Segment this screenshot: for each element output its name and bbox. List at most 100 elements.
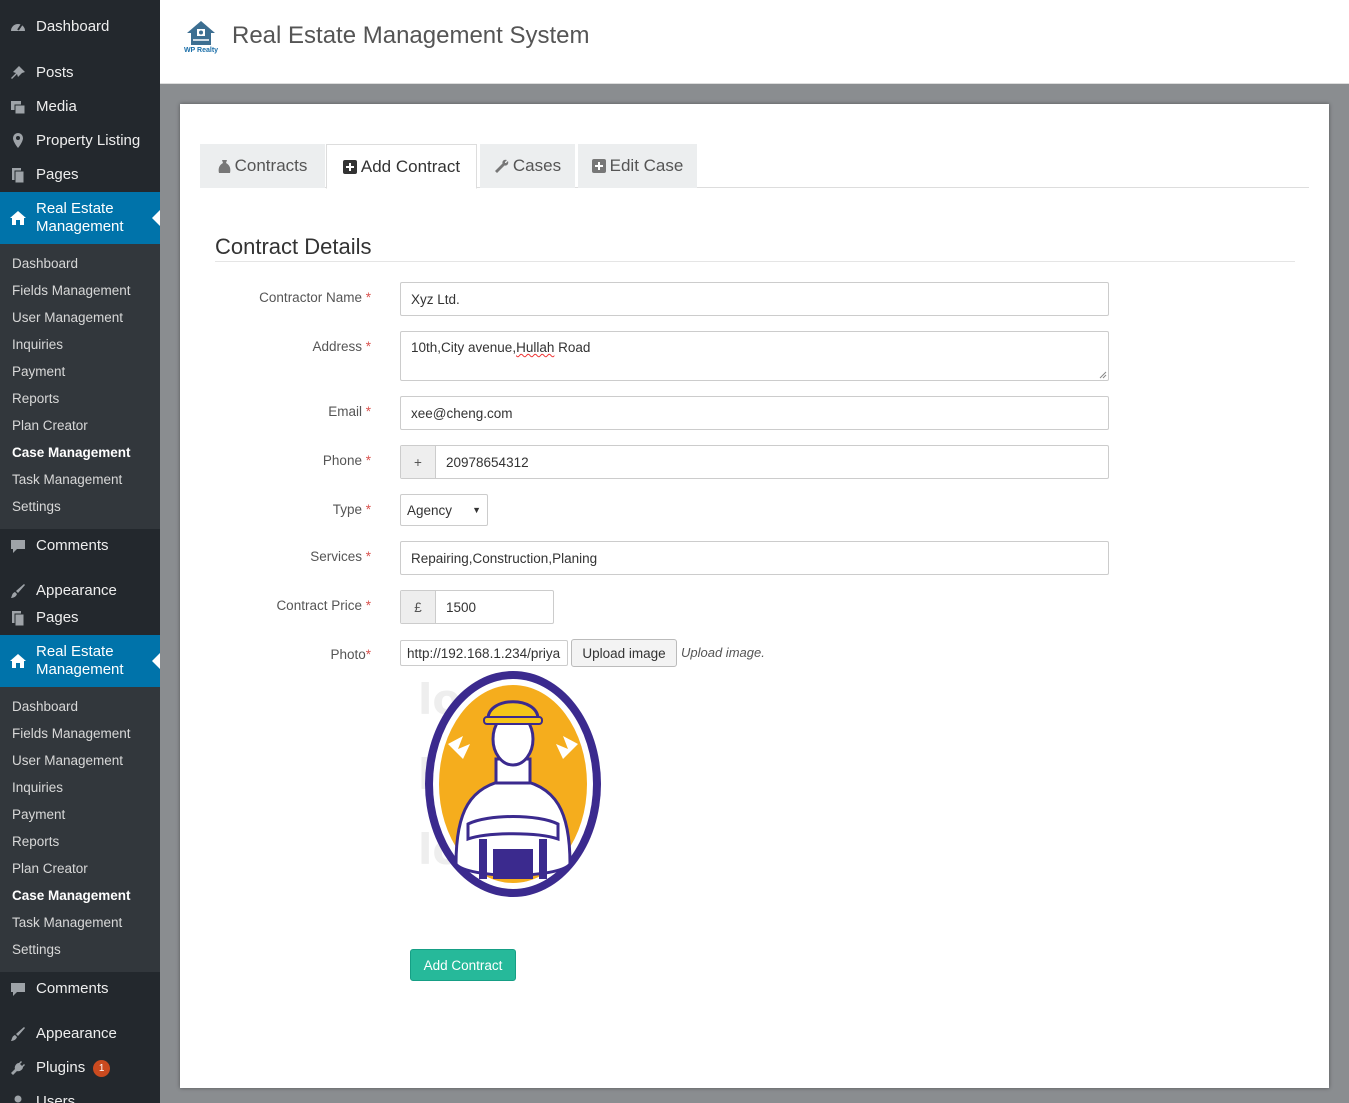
- menu-property-listing[interactable]: Property Listing: [0, 124, 160, 158]
- misspelled-word: Hullah: [516, 340, 555, 355]
- phone-input[interactable]: + 20978654312: [400, 445, 1109, 479]
- menu-real-estate-management[interactable]: Real Estate Management: [0, 192, 160, 244]
- main-card: Contracts Add Contract Cases Edit Case C…: [180, 104, 1329, 1088]
- submenu-item-case-management[interactable]: Case Management: [0, 882, 160, 909]
- email-input[interactable]: xee@cheng.com: [400, 396, 1109, 430]
- submenu-item-dashboard[interactable]: Dashboard: [0, 250, 160, 277]
- menu-dashboard[interactable]: Dashboard: [0, 10, 160, 44]
- menu-label: Plugins: [36, 1059, 86, 1076]
- tab-contracts[interactable]: Contracts: [200, 144, 325, 188]
- add-contract-button[interactable]: Add Contract: [410, 949, 516, 981]
- home-icon: [0, 209, 36, 227]
- menu-pages-2[interactable]: Pages: [0, 601, 160, 635]
- menu-media[interactable]: Media: [0, 90, 160, 124]
- section-divider: [215, 261, 1295, 262]
- text-part: Road: [554, 340, 591, 355]
- tab-cases[interactable]: Cases: [480, 144, 575, 188]
- submenu-item-user-management[interactable]: User Management: [0, 747, 160, 774]
- menu-label: Posts: [36, 64, 74, 81]
- menu-users[interactable]: Users: [0, 1085, 160, 1103]
- submenu-item-plan-creator[interactable]: Plan Creator: [0, 855, 160, 882]
- user-icon: [0, 1093, 36, 1103]
- label-text: Type: [332, 502, 362, 517]
- submenu-item-payment[interactable]: Payment: [0, 358, 160, 385]
- submenu-item-settings[interactable]: Settings: [0, 936, 160, 963]
- submenu-item-reports[interactable]: Reports: [0, 828, 160, 855]
- wrench-icon: [494, 159, 509, 174]
- pages-icon: [0, 609, 36, 627]
- label-text: Address: [312, 339, 362, 354]
- type-select[interactable]: Agency ▼: [400, 494, 488, 526]
- dashboard-icon: [0, 18, 36, 36]
- submenu-item-inquiries[interactable]: Inquiries: [0, 774, 160, 801]
- house-logo-icon: [187, 21, 215, 45]
- dropdown-arrow-icon: ▼: [472, 505, 481, 515]
- media-icon: [0, 98, 36, 116]
- address-textarea[interactable]: 10th,City avenue,Hullah Road: [400, 331, 1109, 381]
- submenu-real-estate: Dashboard Fields Management User Managemen…: [0, 244, 160, 529]
- submenu-item-plan-creator[interactable]: Plan Creator: [0, 412, 160, 439]
- submenu-item-case-management[interactable]: Case Management: [0, 439, 160, 466]
- required-mark: *: [365, 598, 371, 613]
- upload-image-button[interactable]: Upload image: [571, 639, 677, 667]
- plus-square-icon: [342, 159, 357, 174]
- home-icon: [0, 652, 36, 670]
- input-value: Xyz Ltd.: [411, 291, 460, 307]
- menu-label: Real Estate Management: [36, 643, 124, 678]
- photo-label: Photo*: [330, 647, 371, 662]
- label-text: Phone: [322, 453, 362, 468]
- menu-posts[interactable]: Posts: [0, 56, 160, 90]
- logo-text: WP Realty: [183, 47, 219, 54]
- submenu-item-task-management[interactable]: Task Management: [0, 466, 160, 493]
- menu-label: Property Listing: [36, 132, 141, 149]
- required-mark: *: [365, 549, 371, 564]
- comment-icon: [0, 537, 36, 555]
- upload-hint: Upload image.: [681, 645, 765, 660]
- tab-label: Cases: [512, 156, 562, 175]
- submenu-item-reports[interactable]: Reports: [0, 385, 160, 412]
- pin-icon: [0, 64, 36, 82]
- tab-add-contract[interactable]: Add Contract: [326, 144, 477, 189]
- menu-label: Users: [36, 1093, 76, 1103]
- menu-plugins[interactable]: Plugins 1: [0, 1051, 160, 1085]
- menu-label: Pages: [36, 609, 79, 626]
- submenu-item-inquiries[interactable]: Inquiries: [0, 331, 160, 358]
- menu-comments[interactable]: Comments: [0, 529, 160, 563]
- submenu-item-fields-management[interactable]: Fields Management: [0, 720, 160, 747]
- label-text: Services: [310, 549, 362, 564]
- contract-price-input[interactable]: £ 1500: [400, 590, 554, 624]
- submenu-item-task-management[interactable]: Task Management: [0, 909, 160, 936]
- top-header: WP Realty Real Estate Management System: [160, 0, 1349, 84]
- tab-edit-case[interactable]: Edit Case: [578, 144, 697, 188]
- resize-handle-icon[interactable]: [1099, 371, 1107, 379]
- menu-pages[interactable]: Pages: [0, 158, 160, 192]
- label-text: Photo: [330, 647, 366, 662]
- submenu-item-user-management[interactable]: User Management: [0, 304, 160, 331]
- submenu-item-payment[interactable]: Payment: [0, 801, 160, 828]
- label-text: Email: [328, 404, 362, 419]
- section-title: Contract Details: [215, 234, 372, 259]
- menu-label: Appearance: [36, 582, 117, 599]
- tab-label: Edit Case: [609, 156, 684, 175]
- menu-label: Pages: [36, 166, 79, 183]
- textarea-value: 10th,City avenue,Hullah Road: [411, 340, 590, 355]
- required-mark: *: [365, 404, 371, 419]
- input-value: http://192.168.1.234/priya: [407, 645, 561, 661]
- menu-appearance-2[interactable]: Appearance: [0, 1017, 160, 1051]
- worker-illustration-icon: logo logo logo: [418, 671, 601, 897]
- brush-icon: [0, 582, 36, 600]
- submenu-item-settings[interactable]: Settings: [0, 493, 160, 520]
- tab-label: Add Contract: [360, 156, 461, 176]
- wp-realty-logo[interactable]: WP Realty: [180, 18, 222, 60]
- input-value: 1500: [446, 599, 477, 615]
- contractor-name-input[interactable]: Xyz Ltd.: [400, 282, 1109, 316]
- currency-prefix-addon: £: [401, 591, 436, 623]
- photo-url-input[interactable]: http://192.168.1.234/priya: [400, 640, 568, 666]
- menu-real-estate-management-2[interactable]: Real Estate Management: [0, 635, 160, 687]
- submenu-item-fields-management[interactable]: Fields Management: [0, 277, 160, 304]
- required-mark: *: [365, 647, 371, 662]
- menu-comments-2[interactable]: Comments: [0, 972, 160, 1006]
- services-input[interactable]: Repairing,Construction,Planing: [400, 541, 1109, 575]
- submenu-item-dashboard[interactable]: Dashboard: [0, 693, 160, 720]
- menu-label: Comments: [36, 537, 109, 554]
